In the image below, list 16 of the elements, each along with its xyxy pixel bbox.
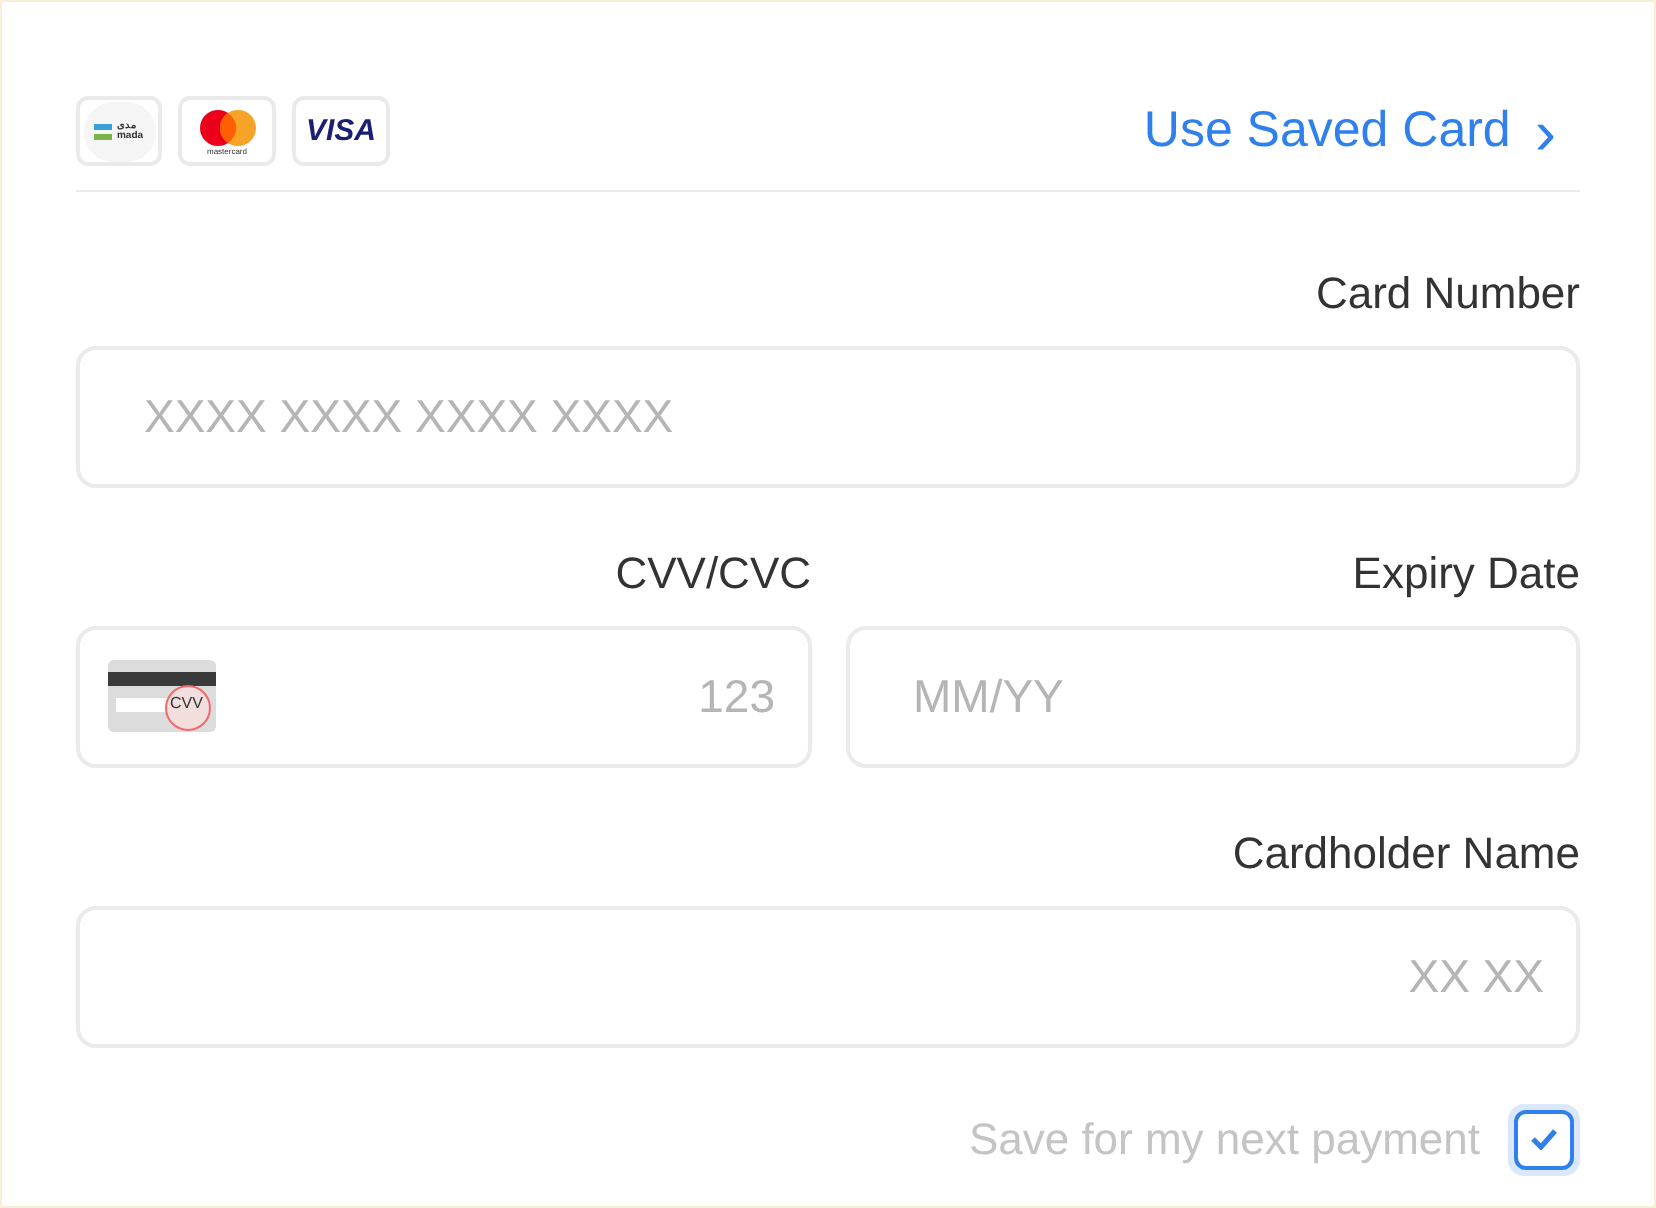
field-label: Cardholder Name (1232, 825, 1580, 881)
overlapping-circles-icon (195, 107, 259, 148)
save-option-label: Save for my next payment (968, 1112, 1480, 1168)
use-saved-card-link[interactable]: Use Saved Card › (1143, 94, 1580, 169)
cardholder-name-field[interactable]: XX XX (76, 905, 1580, 1047)
logo-text: VISA (305, 111, 376, 151)
field-label: Expiry Date (1352, 545, 1580, 602)
card-number-field[interactable]: XXXX XXXX XXXX XXXX (76, 345, 1580, 487)
field-label: Card Number (1315, 265, 1580, 321)
chevron-icon: › (1534, 99, 1556, 164)
field-label: CVV/CVC (615, 545, 811, 601)
expiry-date-field[interactable]: MM/YY (845, 625, 1580, 767)
save-checkbox[interactable] (1508, 1103, 1580, 1175)
cvv-icon-text: CVV (170, 695, 203, 711)
card-back-icon (108, 659, 216, 731)
checkmark-icon (1530, 1128, 1558, 1150)
